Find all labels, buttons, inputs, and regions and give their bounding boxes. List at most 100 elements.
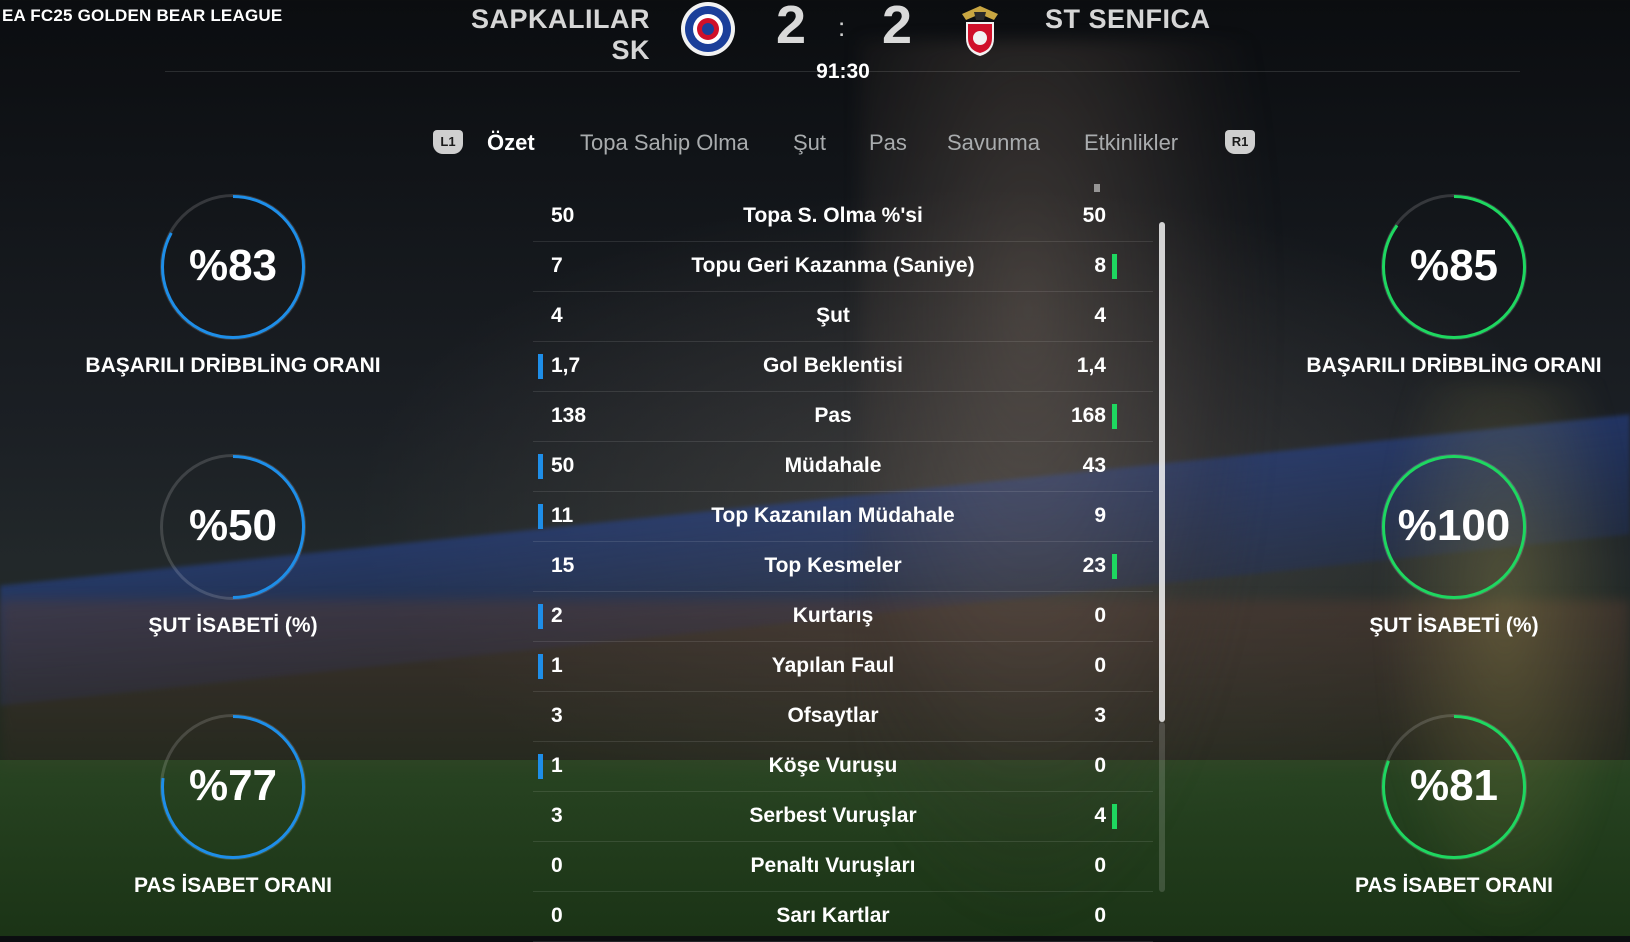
home-ring-value: %77 bbox=[188, 761, 278, 810]
stat-row: 4 Şut 4 bbox=[533, 292, 1153, 342]
home-ring-value: %83 bbox=[188, 241, 278, 290]
home-stat-value: 1 bbox=[551, 654, 563, 677]
tab-pas[interactable]: Pas bbox=[869, 130, 907, 156]
away-stat-value: 0 bbox=[1094, 654, 1106, 677]
away-ring-value: %100 bbox=[1397, 501, 1511, 550]
away-ring-label: PAS İSABET ORANI bbox=[1355, 874, 1553, 897]
league-title: EA FC25 GOLDEN BEAR LEAGUE bbox=[2, 6, 283, 25]
away-stat-value: 4 bbox=[1094, 304, 1106, 327]
away-stat-value: 3 bbox=[1094, 704, 1106, 727]
away-leader-bar bbox=[1112, 254, 1117, 279]
away-team-name: ST SENFICA bbox=[1045, 4, 1211, 34]
home-stat-ring: %50 bbox=[160, 454, 306, 600]
score-separator: : bbox=[838, 12, 846, 42]
header-divider bbox=[165, 71, 1520, 72]
home-ring-label: ŞUT İSABETİ (%) bbox=[148, 614, 318, 637]
stat-label: Topa S. Olma %'si bbox=[743, 204, 923, 227]
stat-label: Müdahale bbox=[784, 454, 882, 477]
stat-label: Gol Beklentisi bbox=[762, 354, 904, 377]
home-leader-bar bbox=[538, 354, 543, 379]
stat-row: 1 Köşe Vuruşu 0 bbox=[533, 742, 1153, 792]
stat-label: Penaltı Vuruşları bbox=[750, 854, 916, 877]
home-stat-value: 3 bbox=[551, 804, 563, 827]
away-score: 2 bbox=[882, 0, 913, 55]
stat-label: Topu Geri Kazanma (Saniye) bbox=[691, 254, 975, 277]
stat-row: 0 Sarı Kartlar 0 bbox=[533, 892, 1153, 942]
scrollbar-thumb[interactable] bbox=[1159, 222, 1165, 722]
stat-label: Köşe Vuruşu bbox=[768, 754, 898, 777]
stat-row: 3 Serbest Vuruşlar 4 bbox=[533, 792, 1153, 842]
stat-label: Yapılan Faul bbox=[771, 654, 895, 677]
away-crest-icon bbox=[948, 0, 1012, 58]
away-stat-value: 4 bbox=[1094, 804, 1106, 827]
scrollbar-track[interactable] bbox=[1159, 722, 1165, 892]
home-stat-value: 3 bbox=[551, 704, 563, 727]
away-stat-ring: %85 bbox=[1381, 194, 1527, 340]
tab-ozet[interactable]: Özet bbox=[487, 130, 535, 156]
home-ring-label: BAŞARILI DRİBBLİNG ORANI bbox=[85, 354, 381, 377]
home-crest-icon bbox=[676, 0, 740, 58]
stat-row: 50 Müdahale 43 bbox=[533, 442, 1153, 492]
home-stat-value: 50 bbox=[551, 204, 575, 227]
home-leader-bar bbox=[538, 504, 543, 529]
home-ring-value: %50 bbox=[188, 501, 278, 550]
home-stat-value: 0 bbox=[551, 854, 563, 877]
home-team-name: SAPKALILAR SK bbox=[471, 4, 650, 65]
away-stat-value: 0 bbox=[1094, 604, 1106, 627]
away-stat-value: 0 bbox=[1094, 854, 1106, 877]
home-stat-value: 50 bbox=[551, 454, 575, 477]
tab-sut[interactable]: Şut bbox=[793, 130, 826, 156]
home-leader-bar bbox=[538, 604, 543, 629]
away-stat-value: 50 bbox=[1082, 204, 1106, 227]
home-stat-value: 7 bbox=[551, 254, 563, 277]
away-stat-ring: %81 bbox=[1381, 714, 1527, 860]
home-leader-bar bbox=[538, 454, 543, 479]
away-stat-value: 23 bbox=[1082, 554, 1106, 577]
r1-button-icon[interactable]: R1 bbox=[1225, 130, 1255, 154]
tab-etkinlikler[interactable]: Etkinlikler bbox=[1084, 130, 1178, 156]
tab-savunma[interactable]: Savunma bbox=[947, 130, 1040, 156]
stat-label: Kurtarış bbox=[792, 604, 874, 627]
away-leader-bar bbox=[1112, 404, 1117, 429]
home-ring-label: PAS İSABET ORANI bbox=[134, 874, 332, 897]
away-stat-value: 8 bbox=[1094, 254, 1106, 277]
home-leader-bar bbox=[538, 754, 543, 779]
home-stat-value: 1,7 bbox=[551, 354, 581, 377]
home-stat-value: 2 bbox=[551, 604, 563, 627]
away-leader-bar bbox=[1112, 804, 1117, 829]
away-stat-value: 1,4 bbox=[1076, 354, 1106, 377]
away-ring-value: %81 bbox=[1409, 761, 1499, 810]
away-ring-value: %85 bbox=[1409, 241, 1499, 290]
stat-label: Top Kesmeler bbox=[764, 554, 902, 577]
stat-row: 1 Yapılan Faul 0 bbox=[533, 642, 1153, 692]
stats-tabs: L1 Özet Topa Sahip Olma Şut Pas Savunma … bbox=[0, 124, 1630, 164]
home-stat-ring: %83 bbox=[160, 194, 306, 340]
tab-topa-sahip-olma[interactable]: Topa Sahip Olma bbox=[580, 130, 749, 156]
stat-row: 3 Ofsaytlar 3 bbox=[533, 692, 1153, 742]
stat-row: 15 Top Kesmeler 23 bbox=[533, 542, 1153, 592]
stat-row: 1,7 Gol Beklentisi 1,4 bbox=[533, 342, 1153, 392]
stat-label: Sarı Kartlar bbox=[776, 904, 890, 927]
stat-label: Ofsaytlar bbox=[787, 704, 879, 727]
home-stat-value: 11 bbox=[551, 504, 574, 527]
away-stat-value: 0 bbox=[1094, 904, 1106, 927]
stat-row: 50 Topa S. Olma %'si 50 bbox=[533, 192, 1153, 242]
away-leader-bar bbox=[1112, 554, 1117, 579]
stat-row: 11 Top Kazanılan Müdahale 9 bbox=[533, 492, 1153, 542]
stat-row: 7 Topu Geri Kazanma (Saniye) 8 bbox=[533, 242, 1153, 292]
home-stat-value: 4 bbox=[551, 304, 563, 327]
home-score: 2 bbox=[776, 0, 807, 55]
stat-label: Şut bbox=[816, 304, 850, 327]
stat-row: 2 Kurtarış 0 bbox=[533, 592, 1153, 642]
match-clock: 91:30 bbox=[816, 60, 870, 83]
l1-button-icon[interactable]: L1 bbox=[433, 130, 463, 154]
home-stat-ring: %77 bbox=[160, 714, 306, 860]
away-ring-label: ŞUT İSABETİ (%) bbox=[1369, 614, 1539, 637]
away-stat-value: 0 bbox=[1094, 754, 1106, 777]
away-stat-value: 43 bbox=[1082, 454, 1106, 477]
stats-table: 50 Topa S. Olma %'si 50 7 Topu Geri Kazanma … bbox=[533, 192, 1153, 942]
away-stat-value: 9 bbox=[1094, 504, 1106, 527]
home-stat-value: 15 bbox=[551, 554, 575, 577]
stat-label: Serbest Vuruşlar bbox=[749, 804, 917, 827]
away-stat-ring: %100 bbox=[1381, 454, 1527, 600]
